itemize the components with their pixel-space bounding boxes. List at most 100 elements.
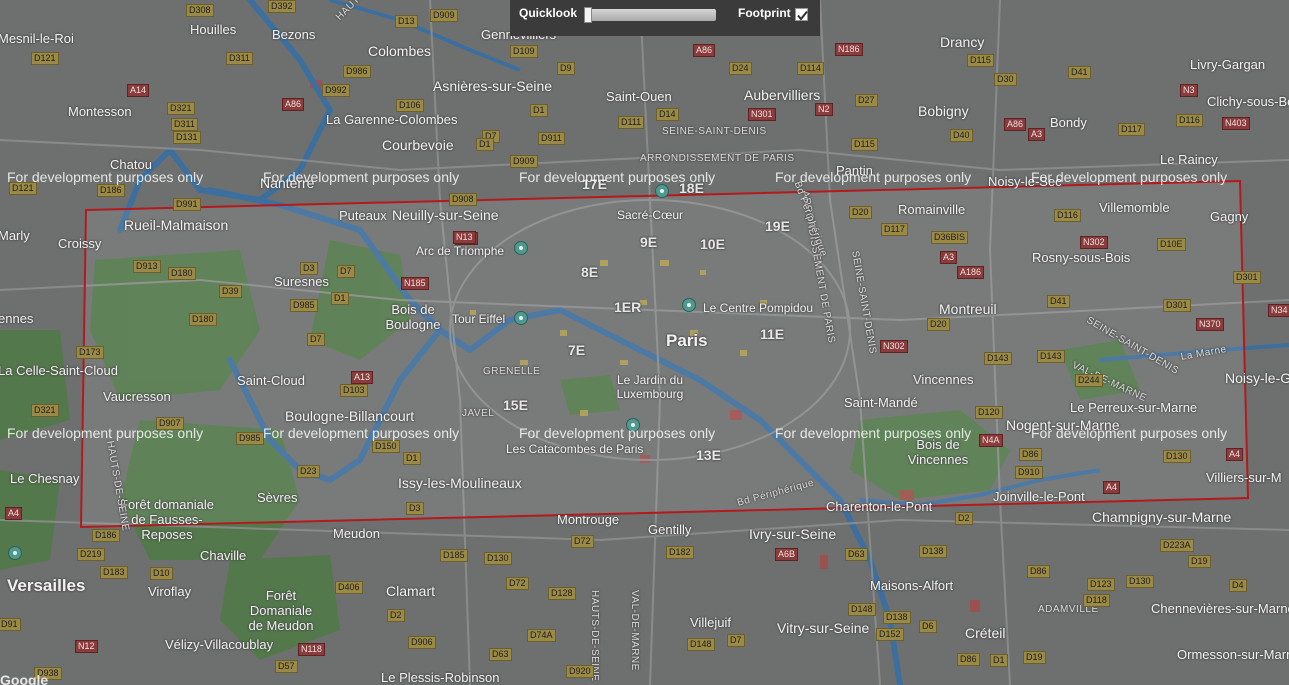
road-shield: D63 [845,548,868,561]
road-shield: A3 [1028,128,1046,141]
road-shield: D117 [881,223,908,236]
city-label: Vaucresson [103,389,171,404]
road-shield: D180 [168,267,196,280]
poi-marker-icon[interactable] [514,311,528,325]
road-shield: D27 [855,94,878,107]
road-shield: D6 [919,620,937,633]
road-shield: D41 [1047,295,1070,308]
road-shield: N13 [453,231,476,244]
poi-label[interactable]: Le Centre Pompidou [703,301,813,315]
dev-watermark: For development purposes only [7,425,204,441]
road-shield: D115 [967,54,994,67]
poi-label[interactable]: Tour Eiffel [452,312,505,326]
poi-label[interactable]: Arc de Triomphe [416,244,504,258]
poi-label[interactable]: Sacré-Cœur [617,208,683,222]
district-label: SEINE-SAINT-DENIS [662,126,767,137]
road-shield: D63 [489,648,512,661]
road-shield: D920 [566,665,594,678]
poi-marker-icon[interactable] [655,184,669,198]
road-shield: N302 [880,340,908,353]
road-shield: N370 [1196,318,1224,331]
city-label: Bezons [272,27,316,42]
road-shield: N186 [835,43,863,56]
road-shield: D39 [219,285,242,298]
road-shield: D311 [226,52,253,65]
poi-label[interactable]: Les Catacombes de Paris [506,442,643,456]
road-shield: D148 [687,638,715,651]
road-shield: N3 [1180,84,1198,97]
road-shield: N2 [815,103,833,116]
road-shield: D121 [31,52,59,65]
road-shield: D913 [133,260,161,273]
road-shield: D14 [656,108,679,121]
city-label: Croissy [58,236,102,251]
road-shield: D143 [984,352,1012,365]
road-shield: D72 [571,535,594,548]
city-label: Ormesson-sur-Marne [1177,647,1289,662]
city-label: Bobigny [918,103,969,119]
poi-marker-icon[interactable] [8,546,22,560]
dev-watermark: For development purposes only [7,169,204,185]
road-shield: D910 [1015,466,1043,479]
road-shield: D7 [727,634,745,647]
road-shield: D123 [1087,578,1115,591]
road-shield: D991 [173,198,201,211]
quicklook-slider[interactable] [584,7,716,23]
road-shield: D986 [343,65,371,78]
road-shield: D3 [406,502,424,515]
road-shield: A186 [957,266,985,279]
road-shield: A3 [940,251,958,264]
road-shield: A14 [127,84,150,97]
map-canvas[interactable]: Mesnil-le-RoiHouillesBezonsColombesGenne… [0,0,1289,685]
road-shield: D908 [449,193,477,206]
footprint-checkbox[interactable] [795,8,808,21]
road-shield: D117 [1118,123,1145,136]
road-shield: N4A [979,434,1003,447]
city-label: Forêt Domaniale de Meudon [248,588,314,633]
poi-label[interactable]: Le Jardin du Luxembourg [610,373,690,401]
poi-marker-icon[interactable] [682,298,696,312]
road-shield: D13 [395,15,418,28]
road-shield: N12 [75,640,98,653]
road-shield: D148 [848,603,876,616]
city-label: Saint-Cloud [237,373,305,388]
road-shield: D57 [275,660,298,673]
poi-marker-icon[interactable] [514,241,528,255]
road-shield: D909 [430,9,458,22]
road-shield: D143 [1037,350,1065,363]
road-shield: D301 [1163,299,1191,312]
road-shield: D1 [403,452,421,465]
city-label: Ivry-sur-Seine [749,526,837,542]
city-label: Le Raincy [1160,152,1218,167]
city-label: Villiers-sur-M [1206,470,1282,485]
road-shield: D115 [851,138,878,151]
road-shield: D311 [171,118,198,131]
dev-watermark: For development purposes only [519,425,716,441]
city-label: Courbevoie [382,137,454,153]
road-shield: D19 [1188,555,1211,568]
city-label: Puteaux [339,208,387,223]
road-shield: D86 [957,653,980,666]
dev-watermark: For development purposes only [1031,425,1228,441]
dev-watermark: For development purposes only [263,425,460,441]
road-shield: D321 [31,404,59,417]
road-shield: D244 [1075,374,1103,387]
city-label: Vincennes [913,372,974,387]
city-label: Montreuil [939,301,997,317]
road-shield: D128 [548,587,576,600]
road-shield: D308 [186,4,214,17]
road-shield: D116 [1054,209,1081,222]
road-shield: D185 [440,549,468,562]
road-shield: D7 [337,265,355,278]
road-shield: A13 [351,371,374,384]
road-shield: D40 [950,129,973,142]
road-shield: A6B [775,548,799,561]
road-shield: D183 [100,566,128,579]
road-shield: D2 [387,609,405,622]
city-label: Montrouge [557,512,620,527]
road-shield: D150 [372,440,400,453]
district-label: VAL-DE-MARNE [629,590,640,671]
quicklook-slider-thumb[interactable] [584,7,592,23]
road-shield: N185 [401,277,429,290]
city-label: Gentilly [648,522,692,537]
